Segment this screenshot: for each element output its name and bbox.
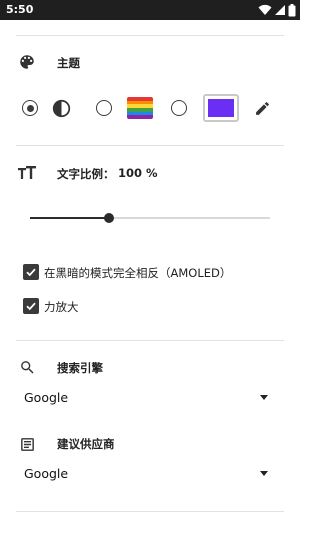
- amoled-checkbox[interactable]: [23, 264, 39, 280]
- slider-fill: [30, 217, 110, 219]
- search-icon: [17, 357, 37, 377]
- text-scale-slider[interactable]: [30, 213, 270, 223]
- divider: [16, 35, 284, 36]
- dropdown-arrow-icon: [260, 471, 268, 476]
- text-scale-value: 100 %: [118, 166, 158, 180]
- check-icon: [26, 268, 36, 277]
- battery-icon: [288, 3, 296, 16]
- suggestion-provider-value: Google: [24, 466, 69, 481]
- custom-color-swatch[interactable]: [203, 94, 239, 122]
- pencil-icon[interactable]: [252, 98, 272, 118]
- theme-radio-auto[interactable]: [22, 100, 38, 116]
- radio-selected-dot: [26, 104, 34, 112]
- dropdown-arrow-icon: [260, 395, 268, 400]
- amoled-label: 在黑暗的模式完全相反（AMOLED）: [44, 266, 232, 280]
- rainbow-stripe: [127, 115, 153, 119]
- status-bar: 5:50: [0, 0, 300, 20]
- divider: [16, 511, 284, 512]
- divider: [16, 145, 284, 146]
- rainbow-swatch[interactable]: [127, 97, 153, 119]
- contrast-icon: [51, 98, 71, 118]
- suggestion-provider-dropdown[interactable]: Google: [24, 462, 272, 486]
- custom-color: [208, 99, 234, 117]
- status-icons: [258, 3, 296, 17]
- theme-radio-pride[interactable]: [96, 100, 112, 116]
- search-engine-value: Google: [24, 390, 69, 405]
- signal-icon: [275, 5, 285, 15]
- zoom-label: 力放大: [44, 300, 79, 314]
- check-icon: [26, 302, 36, 311]
- theme-title: 主题: [57, 56, 80, 70]
- search-engine-dropdown[interactable]: Google: [24, 386, 272, 410]
- suggestion-provider-title: 建议供应商: [57, 437, 115, 451]
- status-time: 5:50: [6, 3, 34, 16]
- zoom-checkbox[interactable]: [23, 298, 39, 314]
- theme-radio-custom[interactable]: [171, 100, 187, 116]
- text-scale-label: 文字比例：: [57, 167, 115, 181]
- slider-thumb[interactable]: [104, 213, 115, 223]
- divider: [16, 340, 284, 341]
- palette-icon: [17, 52, 37, 72]
- wifi-icon: [258, 4, 272, 15]
- search-engine-title: 搜索引擎: [57, 361, 103, 375]
- text-size-icon: [17, 163, 37, 183]
- suggestion-icon: [17, 434, 37, 454]
